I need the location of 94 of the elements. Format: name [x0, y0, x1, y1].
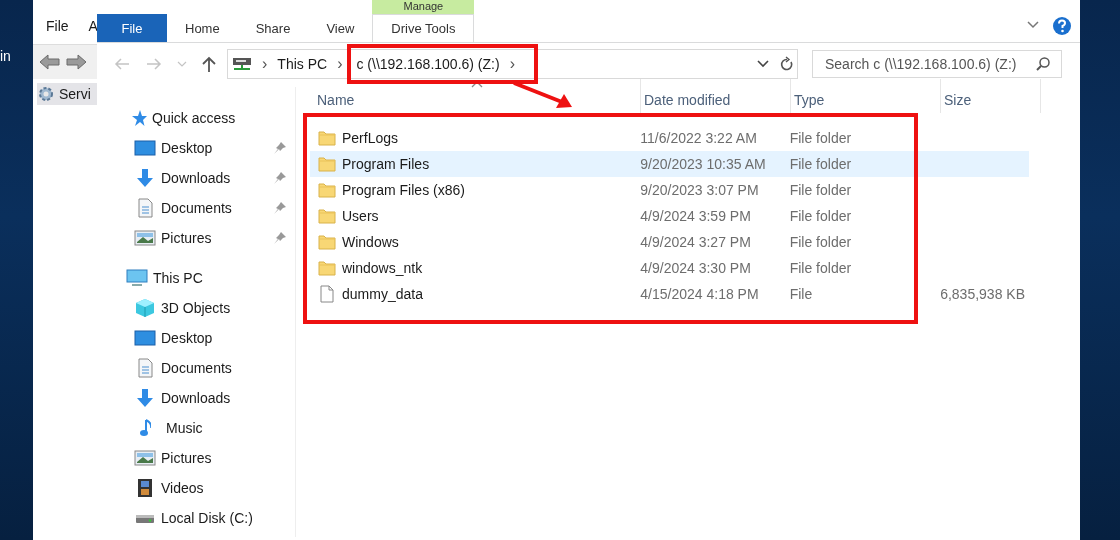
file-name: dummy_data	[342, 286, 423, 302]
nav-item[interactable]: 3D Objects	[97, 293, 295, 323]
nav-item[interactable]: Desktop	[97, 323, 295, 353]
file-name: Users	[342, 208, 379, 224]
ribbon-tab[interactable]: View	[308, 14, 373, 42]
file-name: Program Files	[342, 156, 430, 172]
type-cell-text: File	[788, 286, 814, 302]
monitor-icon	[134, 139, 156, 157]
file-name: Program Files (x86)	[342, 182, 465, 198]
download-icon	[134, 168, 156, 188]
pin-icon[interactable]	[273, 141, 287, 155]
address-bar[interactable]: › This PC › c (\\192.168.100.6) (Z:) ›	[227, 49, 777, 79]
up-icon[interactable]	[201, 55, 217, 73]
file-row[interactable]: windows_ntk 4/9/2024 3:30 PM File folder	[310, 255, 1029, 281]
nav-item[interactable]: Desktop	[97, 133, 295, 163]
collapse-ribbon-icon[interactable]	[1026, 20, 1040, 30]
tree-item[interactable]: Servi	[37, 83, 97, 105]
forward-icon[interactable]	[65, 53, 87, 71]
date-cell-text: 4/9/2024 3:30 PM	[639, 260, 752, 276]
monitor-icon	[134, 329, 156, 347]
file-row[interactable]: PerfLogs 11/6/2022 3:22 AM File folder	[310, 125, 1029, 151]
menu-item[interactable]: File	[46, 18, 69, 44]
music-note-icon	[139, 418, 151, 438]
date-cell-text: 4/9/2024 3:27 PM	[639, 234, 752, 250]
pin-icon[interactable]	[273, 231, 287, 245]
pin-icon[interactable]	[273, 171, 287, 185]
date-cell-text: 9/20/2023 10:35 AM	[639, 156, 767, 172]
type-cell-text: File folder	[788, 130, 853, 146]
refresh-button[interactable]	[776, 49, 798, 79]
nav-item[interactable]: Pictures	[97, 443, 295, 473]
type-cell-text: File folder	[788, 182, 853, 198]
ribbon-tab[interactable]: Drive Tools	[372, 14, 475, 42]
type-cell-text: File folder	[788, 234, 853, 250]
cube-icon	[134, 298, 156, 318]
download-icon	[134, 388, 156, 408]
folder-icon	[318, 260, 336, 276]
breadcrumb[interactable]: This PC	[277, 56, 328, 72]
ribbon-tab[interactable]: Home	[167, 14, 238, 42]
ribbon-tab[interactable]: Share	[237, 14, 309, 42]
file-row[interactable]: Program Files 9/20/2023 10:35 AM File folder	[310, 151, 1029, 177]
folder-icon	[318, 208, 336, 224]
folder-icon	[318, 182, 336, 198]
file-row[interactable]: dummy_data 4/15/2024 4:18 PM File 6,835,938 KB	[310, 281, 1029, 307]
nav-item[interactable]: Downloads	[97, 383, 295, 413]
breadcrumb-chevron[interactable]: ›	[337, 55, 343, 73]
dropdown-icon[interactable]	[756, 59, 770, 69]
type-cell-text: File folder	[788, 156, 853, 172]
breadcrumb-chevron[interactable]: ›	[509, 55, 515, 73]
folder-icon	[318, 234, 336, 250]
file-icon	[318, 285, 336, 303]
folder-icon	[318, 130, 336, 146]
file-name: windows_ntk	[342, 260, 423, 276]
date-cell-text: 4/9/2024 3:59 PM	[639, 208, 752, 224]
nav-item[interactable]: Quick access	[97, 103, 295, 133]
desktop-label: in	[0, 48, 11, 64]
breadcrumb[interactable]: c (\\192.168.100.6) (Z:)	[356, 56, 500, 72]
search-field[interactable]: Search c (\\192.168.100.6) (Z:)	[812, 50, 1062, 78]
date-cell-text: 9/20/2023 3:07 PM	[639, 182, 760, 198]
type-cell-text: File folder	[788, 208, 853, 224]
file-name: PerfLogs	[342, 130, 399, 146]
nav-item[interactable]: This PC	[97, 263, 295, 293]
back-icon[interactable]	[39, 53, 61, 71]
context-tab-header: Manage	[402, 0, 445, 14]
monitor-icon	[126, 269, 148, 287]
nav-item[interactable]: Music	[97, 413, 295, 443]
column-header[interactable]: Date modified	[641, 79, 791, 113]
date-cell-text: 4/15/2024 4:18 PM	[639, 286, 760, 302]
image-icon	[134, 230, 156, 246]
size-cell-text: 6,835,938 KB	[939, 286, 1026, 302]
nav-item[interactable]: Downloads	[97, 163, 295, 193]
column-header[interactable]: Type	[791, 79, 941, 113]
file-row[interactable]: Users 4/9/2024 3:59 PM File folder	[310, 203, 1029, 229]
menu-item[interactable]: A	[88, 18, 98, 44]
column-header[interactable]: Size	[941, 79, 1041, 113]
sort-caret-icon	[471, 81, 483, 88]
file-name: Windows	[342, 234, 399, 250]
help-icon[interactable]	[1052, 16, 1072, 36]
refresh-icon	[779, 56, 794, 72]
breadcrumb-chevron[interactable]: ›	[262, 55, 268, 73]
search-icon	[1035, 56, 1051, 72]
nav-item[interactable]: Pictures	[97, 223, 295, 253]
date-cell-text: 11/6/2022 3:22 AM	[639, 130, 758, 146]
nav-item[interactable]: Documents	[97, 353, 295, 383]
gear-icon	[37, 85, 55, 103]
nav-item[interactable]: Videos	[97, 473, 295, 503]
pin-icon[interactable]	[273, 201, 287, 215]
nav-item[interactable]: Documents	[97, 193, 295, 223]
nav-item[interactable]: Local Disk (C:)	[97, 503, 295, 533]
image-icon	[134, 450, 156, 466]
file-row[interactable]: Program Files (x86) 9/20/2023 3:07 PM File folder	[310, 177, 1029, 203]
network-drive-icon	[232, 56, 252, 72]
file-row[interactable]: Windows 4/9/2024 3:27 PM File folder	[310, 229, 1029, 255]
folder-icon	[318, 156, 336, 172]
type-cell-text: File folder	[788, 260, 853, 276]
